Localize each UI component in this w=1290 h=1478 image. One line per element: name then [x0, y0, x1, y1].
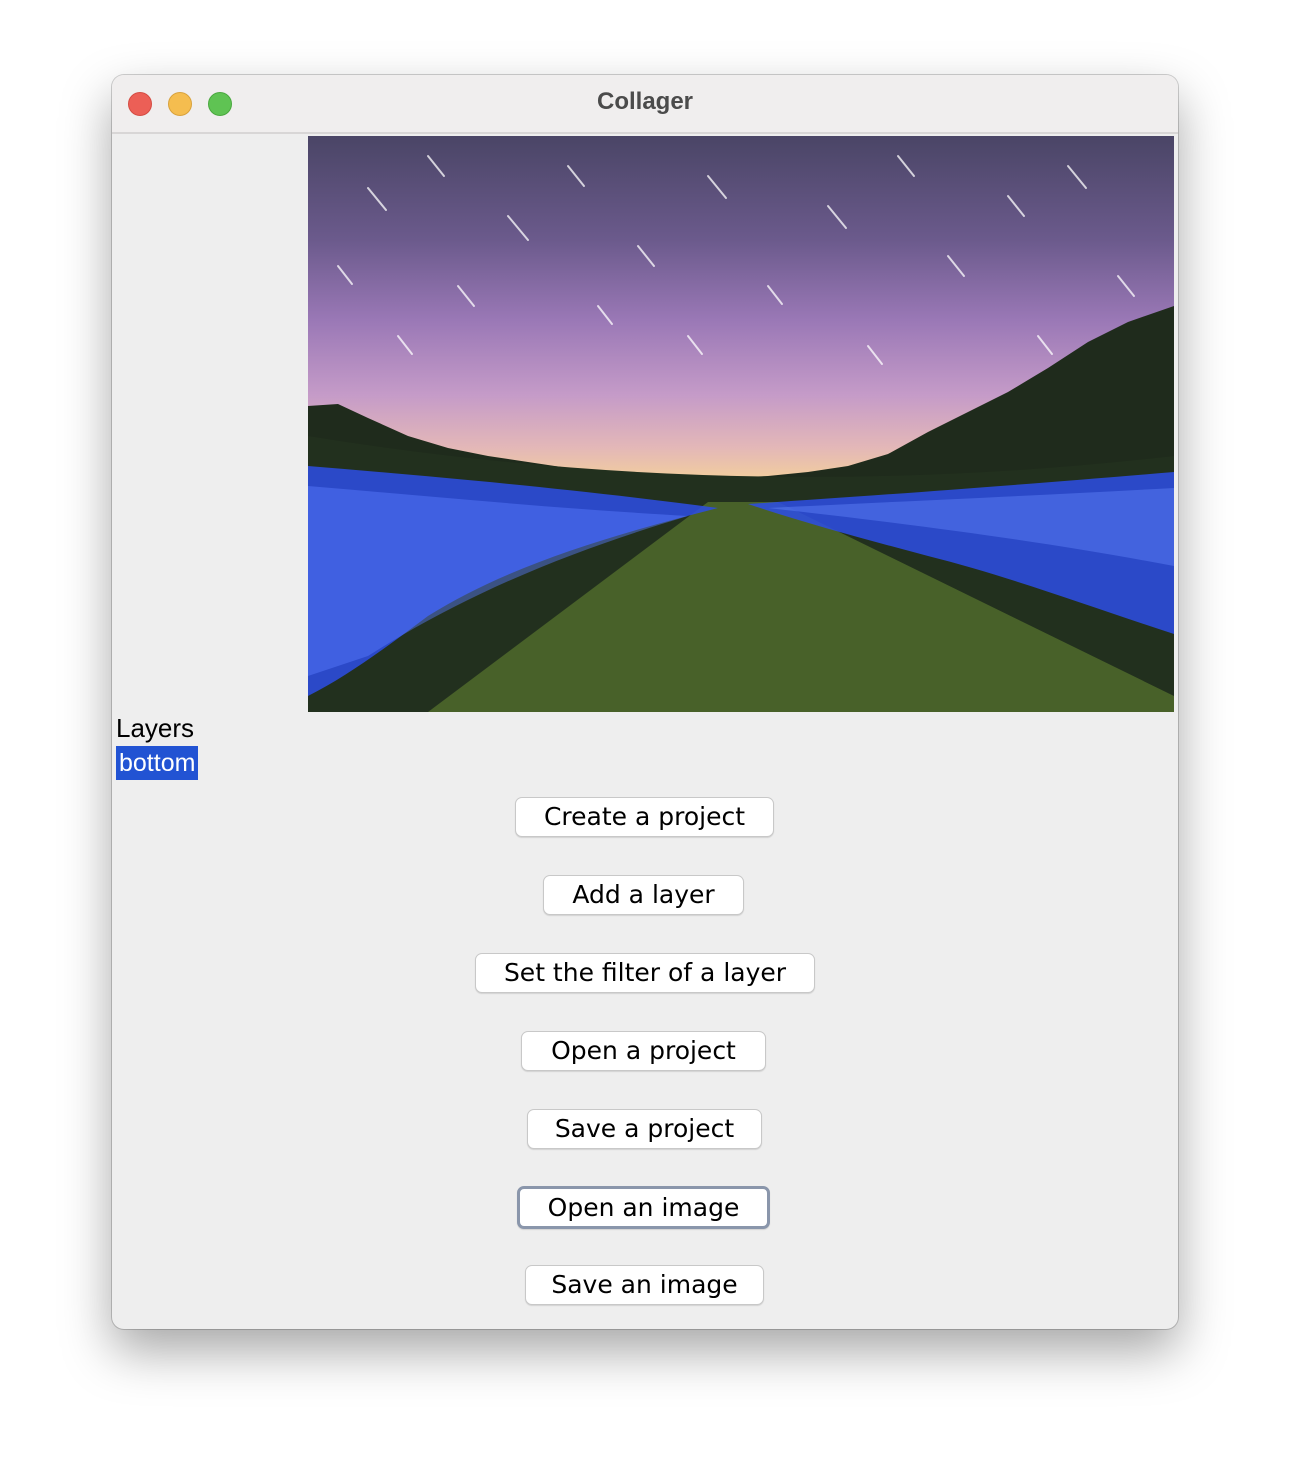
title-bar[interactable]: Collager — [112, 75, 1178, 134]
save-image-button[interactable]: Save an image — [525, 1265, 764, 1305]
window-title: Collager — [596, 88, 694, 115]
layers-label: Layers — [116, 713, 195, 743]
create-project-button[interactable]: Create a project — [515, 797, 774, 837]
canvas-image — [308, 155, 1174, 712]
open-project-button[interactable]: Open a project — [521, 1031, 766, 1071]
save-project-button[interactable]: Save a project — [527, 1109, 762, 1149]
open-image-button[interactable]: Open an image — [517, 1186, 770, 1229]
collager-window: Collager Layers bottom Create a project … — [112, 75, 1178, 1329]
set-filter-button[interactable]: Set the filter of a layer — [475, 953, 815, 993]
add-layer-button[interactable]: Add a layer — [543, 875, 744, 915]
layer-item-bottom[interactable]: bottom — [116, 746, 199, 780]
collage-canvas[interactable] — [308, 136, 1174, 712]
